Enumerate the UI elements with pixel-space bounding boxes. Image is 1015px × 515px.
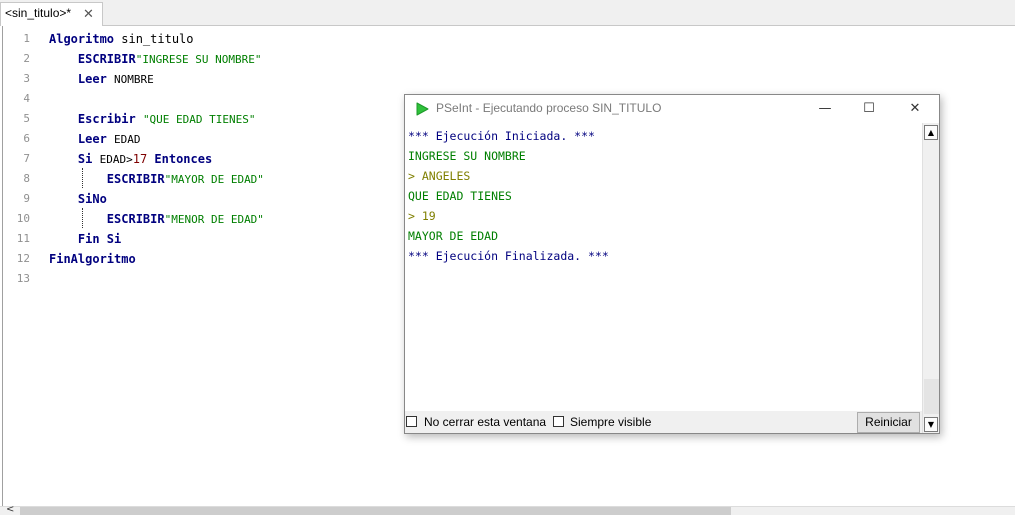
code-text: FinAlgoritmo	[49, 249, 136, 269]
always-visible-label[interactable]: Siempre visible	[570, 415, 651, 429]
tab-sin-titulo[interactable]: <sin_titulo>* ✕	[0, 2, 103, 26]
keyword-token: ESCRIBIR	[106, 212, 165, 226]
scroll-down-icon[interactable]: ▼	[924, 417, 938, 432]
identifier-token: EDAD>	[99, 153, 133, 166]
keyword-token: ESCRIBIR	[77, 52, 136, 66]
code-line[interactable]: 3 Leer NOMBRE	[3, 69, 1003, 89]
horizontal-scrollbar[interactable]: <	[0, 504, 1015, 515]
close-tab-icon[interactable]: ✕	[83, 3, 94, 24]
console-output[interactable]: *** Ejecución Iniciada. *** INGRESE SU NO…	[405, 123, 922, 411]
code-text: Fin Si	[49, 229, 121, 249]
keyword-token: Fin Si	[77, 232, 122, 246]
code-line[interactable]: 2 ESCRIBIR"INGRESE SU NOMBRE"	[3, 49, 1003, 69]
scrollbar-thumb[interactable]	[20, 507, 731, 515]
close-window-icon[interactable]: ✕	[895, 98, 935, 120]
code-text: Algoritmo sin_titulo	[49, 29, 194, 49]
code-text: ESCRIBIR"MENOR DE EDAD"	[49, 209, 264, 230]
console-line: MAYOR DE EDAD	[408, 229, 499, 243]
restart-button[interactable]: Reiniciar	[857, 412, 920, 433]
line-number: 10	[16, 212, 30, 225]
scroll-left-icon[interactable]: <	[6, 504, 14, 515]
string-literal: "MAYOR DE EDAD"	[164, 173, 264, 186]
console-line: > 19	[408, 209, 436, 223]
code-text: ESCRIBIR"MAYOR DE EDAD"	[49, 169, 264, 190]
keyword-token: ESCRIBIR	[106, 172, 165, 186]
execution-window[interactable]: PSeInt - Ejecutando proceso SIN_TITULO —…	[404, 94, 940, 434]
console-line: INGRESE SU NOMBRE	[408, 149, 526, 163]
pseint-logo-icon	[415, 101, 429, 120]
minimize-icon[interactable]: —	[805, 98, 845, 120]
keyword-token: Algoritmo	[49, 32, 115, 46]
line-number: 6	[23, 132, 30, 145]
keyword-token: Escribir	[77, 112, 136, 126]
number-literal: 17	[132, 152, 148, 166]
line-number: 5	[23, 112, 30, 125]
tab-title: <sin_titulo>*	[5, 6, 72, 20]
scrollbar-thumb[interactable]	[924, 379, 939, 414]
code-text: ESCRIBIR"INGRESE SU NOMBRE"	[49, 49, 262, 70]
keyword-token: Entonces	[154, 152, 213, 166]
console-line: > ANGELES	[408, 169, 471, 183]
console-line: QUE EDAD TIENES	[408, 189, 512, 203]
identifier-token	[107, 132, 114, 146]
keyword-token: Si	[77, 152, 93, 166]
keyword-token: FinAlgoritmo	[49, 252, 136, 266]
line-number: 9	[23, 192, 30, 205]
identifier-token	[136, 112, 143, 126]
code-text: Leer EDAD	[49, 129, 141, 150]
execution-window-titlebar[interactable]: PSeInt - Ejecutando proceso SIN_TITULO —…	[405, 95, 939, 123]
code-line[interactable]: 1 Algoritmo sin_titulo	[3, 29, 1003, 49]
identifier-token	[92, 152, 99, 166]
code-text: Si EDAD>17 Entonces	[49, 149, 212, 170]
editor-tab-bar: <sin_titulo>* ✕	[0, 0, 1015, 26]
code-text: SiNo	[49, 189, 107, 209]
code-text: Leer NOMBRE	[49, 69, 154, 90]
console-line: *** Ejecución Finalizada. ***	[408, 249, 609, 263]
identifier-token: NOMBRE	[114, 73, 154, 86]
execution-options-bar: No cerrar esta ventana Siempre visible R…	[405, 411, 922, 433]
scroll-up-icon[interactable]: ▲	[924, 125, 938, 140]
keyword-token: Leer	[77, 72, 107, 86]
no-close-window-checkbox[interactable]	[406, 416, 417, 427]
always-visible-checkbox[interactable]	[553, 416, 564, 427]
line-number: 7	[23, 152, 30, 165]
keyword-token: Leer	[77, 132, 107, 146]
line-number: 4	[23, 92, 30, 105]
window-title: PSeInt - Ejecutando proceso SIN_TITULO	[436, 101, 662, 115]
string-literal: "QUE EDAD TIENES"	[142, 113, 256, 126]
no-close-window-label[interactable]: No cerrar esta ventana	[424, 415, 546, 429]
identifier-token: sin_titulo	[114, 32, 194, 46]
code-text: Escribir "QUE EDAD TIENES"	[49, 109, 256, 130]
vertical-scrollbar[interactable]: ▲ ▼	[922, 123, 939, 433]
maximize-icon[interactable]: ☐	[849, 98, 889, 120]
identifier-token	[107, 72, 114, 86]
string-literal: "INGRESE SU NOMBRE"	[135, 53, 262, 66]
line-number: 11	[16, 232, 30, 245]
console-line: *** Ejecución Iniciada. ***	[408, 129, 595, 143]
line-number: 3	[23, 72, 30, 85]
line-number: 12	[16, 252, 30, 265]
line-number: 2	[23, 52, 30, 65]
line-number: 8	[23, 172, 30, 185]
line-number: 1	[23, 32, 30, 45]
identifier-token: EDAD	[114, 133, 141, 146]
string-literal: "MENOR DE EDAD"	[164, 213, 264, 226]
keyword-token: SiNo	[77, 192, 107, 206]
line-number: 13	[16, 272, 30, 285]
